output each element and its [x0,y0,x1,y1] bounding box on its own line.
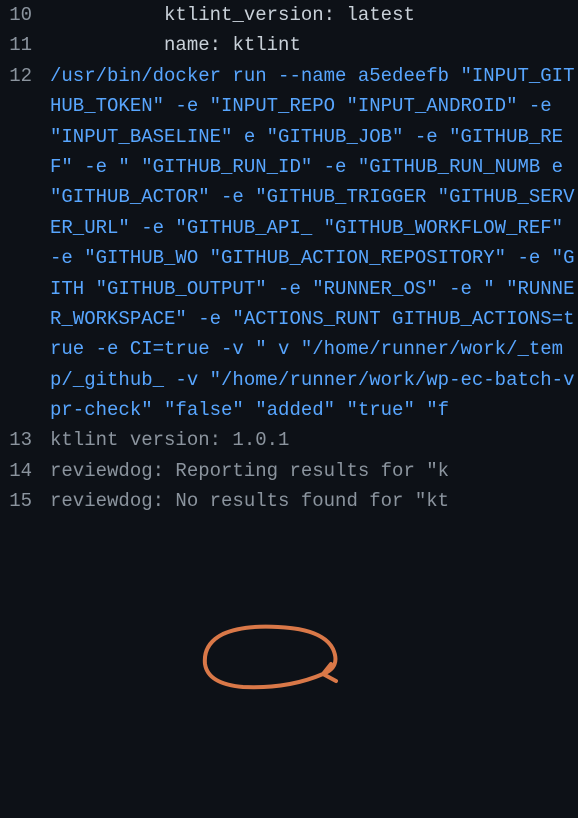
line-number: 14 [0,456,50,486]
log-line-13[interactable]: 13 ktlint version: 1.0.1 [0,425,578,455]
line-content: reviewdog: Reporting results for "k [50,456,578,486]
line-number: 13 [0,425,50,455]
log-line-12[interactable]: 12 /usr/bin/docker run --name a5edeefb "… [0,61,578,426]
line-number: 15 [0,486,50,516]
line-content: name: ktlint [50,30,578,60]
line-content: /usr/bin/docker run --name a5edeefb "INP… [50,61,578,426]
line-number: 11 [0,30,50,60]
line-number: 12 [0,61,50,91]
log-output: 10 ktlint_version: latest 11 name: ktlin… [0,0,578,517]
log-line-10[interactable]: 10 ktlint_version: latest [0,0,578,30]
line-content: ktlint version: 1.0.1 [50,425,578,455]
log-line-14[interactable]: 14 reviewdog: Reporting results for "k [0,456,578,486]
log-line-15[interactable]: 15 reviewdog: No results found for "kt [0,486,578,516]
line-content: reviewdog: No results found for "kt [50,486,578,516]
highlight-circle-annotation [193,619,348,694]
line-content: ktlint_version: latest [50,0,578,30]
line-number: 10 [0,0,50,30]
log-line-11[interactable]: 11 name: ktlint [0,30,578,60]
